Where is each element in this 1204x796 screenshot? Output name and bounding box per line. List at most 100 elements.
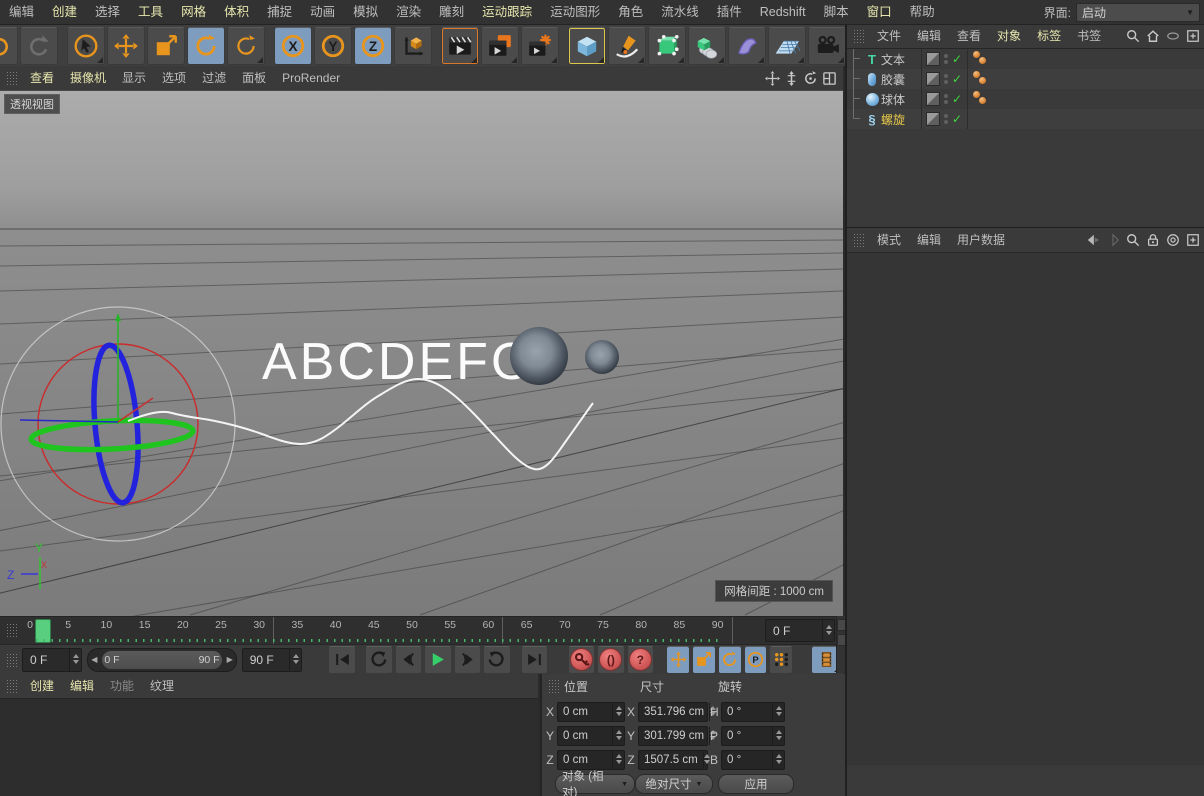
history-back-icon[interactable] xyxy=(1086,233,1100,247)
frame-tick-label[interactable]: 5 xyxy=(65,619,71,631)
object-manager-empty-area[interactable] xyxy=(847,129,1204,227)
position-y-field[interactable]: 0 cm xyxy=(557,726,625,746)
animation-tag-icon[interactable] xyxy=(973,51,989,67)
subdivision-surface-button[interactable] xyxy=(648,27,686,65)
attribute-manager-menu-item[interactable]: 模式 xyxy=(869,228,909,252)
current-frame-spinner[interactable]: 0 F xyxy=(765,619,835,642)
position-z-field[interactable]: 0 cm xyxy=(557,750,625,770)
spinner-arrows-icon[interactable] xyxy=(612,703,624,721)
home-icon[interactable] xyxy=(1146,29,1160,43)
start-frame-value[interactable]: 0 F xyxy=(23,653,69,667)
move-tool-button[interactable] xyxy=(107,27,145,65)
key-pla-toggle[interactable] xyxy=(769,646,793,674)
material-menu-item[interactable]: 创建 xyxy=(22,674,62,698)
rotation-p-field[interactable]: 0 ° xyxy=(721,726,785,746)
frame-tick-label[interactable]: 20 xyxy=(177,619,189,631)
viewport-menu-item[interactable]: 摄像机 xyxy=(62,66,114,90)
main-menu-item[interactable]: 选择 xyxy=(86,0,129,24)
key-scale-toggle[interactable] xyxy=(692,646,716,674)
viewport-menu-item[interactable]: 过滤 xyxy=(194,66,234,90)
play-button[interactable] xyxy=(424,646,451,674)
camera-button[interactable] xyxy=(808,27,845,65)
frame-tick-label[interactable]: 15 xyxy=(139,619,151,631)
viewport-menu-item[interactable]: 查看 xyxy=(22,66,62,90)
go-to-end-button[interactable] xyxy=(521,646,548,674)
viewport-menu-item[interactable]: ProRender xyxy=(274,66,348,90)
panel-grip-icon[interactable] xyxy=(6,679,18,693)
eye-icon[interactable] xyxy=(1166,29,1180,43)
panel-grip-icon[interactable] xyxy=(6,71,18,85)
main-menu-item[interactable]: 运动跟踪 xyxy=(473,0,541,24)
spinner-arrows-icon[interactable] xyxy=(772,703,784,721)
main-menu-item[interactable]: 捕捉 xyxy=(258,0,301,24)
main-menu-item[interactable]: 流水线 xyxy=(652,0,708,24)
main-menu-item[interactable]: 运动图形 xyxy=(541,0,609,24)
object-manager-menu-item[interactable]: 文件 xyxy=(869,24,909,48)
main-menu-item[interactable]: 网格 xyxy=(172,0,215,24)
timeline-ruler[interactable]: 051015202530354045505560657075808590 0 F xyxy=(0,616,843,644)
viewport-menu-item[interactable]: 面板 xyxy=(234,66,274,90)
main-menu-item[interactable]: 插件 xyxy=(708,0,751,24)
rotate-normal-button[interactable] xyxy=(227,27,265,65)
size-x-field[interactable]: 351.796 cm xyxy=(638,702,708,722)
spinner-arrows-icon[interactable] xyxy=(69,649,81,671)
perspective-viewport[interactable]: ABCDEFG Y Z X 透视视图 网格间距 : 1000 cm xyxy=(0,90,843,616)
main-menu-item[interactable]: 动画 xyxy=(301,0,344,24)
object-row[interactable]: 螺旋 ✓ xyxy=(847,109,1204,129)
record-keyframe-button[interactable] xyxy=(568,646,595,674)
search-icon[interactable] xyxy=(1126,29,1140,43)
object-row[interactable]: 文本 ✓ xyxy=(847,49,1204,69)
end-frame-value[interactable]: 90 F xyxy=(243,653,289,667)
autokeying-button[interactable]: () xyxy=(597,646,624,674)
attribute-manager-menu-item[interactable]: 用户数据 xyxy=(949,228,1013,252)
range-left-arrow-icon[interactable]: ◀ xyxy=(88,655,100,664)
lock-z-axis-button[interactable]: Z xyxy=(354,27,392,65)
animation-tag-icon[interactable] xyxy=(973,91,989,107)
go-to-start-button[interactable] xyxy=(328,646,355,674)
layer-chip[interactable] xyxy=(926,92,940,106)
object-name[interactable]: 螺旋 xyxy=(881,111,919,128)
sweep-generator-button[interactable] xyxy=(688,27,726,65)
rotation-b-field[interactable]: 0 ° xyxy=(721,750,785,770)
spinner-arrows-icon[interactable] xyxy=(772,727,784,745)
enable-check-icon[interactable]: ✓ xyxy=(952,72,962,86)
frame-tick-label[interactable]: 25 xyxy=(215,619,227,631)
previous-key-button[interactable] xyxy=(365,646,392,674)
object-name[interactable]: 胶囊 xyxy=(881,71,919,88)
position-x-field[interactable]: 0 cm xyxy=(557,702,625,722)
frame-tick-label[interactable]: 50 xyxy=(406,619,418,631)
frame-tick-label[interactable]: 10 xyxy=(101,619,113,631)
main-menu-item[interactable]: 帮助 xyxy=(901,0,944,24)
apply-button[interactable]: 应用 xyxy=(718,774,794,794)
visibility-dots[interactable] xyxy=(944,54,948,64)
undo-button[interactable] xyxy=(0,27,18,65)
main-menu-item[interactable]: 雕刻 xyxy=(430,0,473,24)
enable-check-icon[interactable]: ✓ xyxy=(952,92,962,106)
size-y-field[interactable]: 301.799 cm xyxy=(638,726,708,746)
object-manager-menu-item[interactable]: 编辑 xyxy=(909,24,949,48)
key-parameter-toggle[interactable]: P xyxy=(744,646,768,674)
frame-tick-label[interactable]: 45 xyxy=(368,619,380,631)
object-name[interactable]: 文本 xyxy=(881,51,919,68)
main-menu-item[interactable]: Redshift xyxy=(751,0,815,24)
enable-check-icon[interactable]: ✓ xyxy=(952,52,962,66)
material-menu-item[interactable]: 功能 xyxy=(102,674,142,698)
history-forward-icon[interactable] xyxy=(1106,233,1120,247)
enable-check-icon[interactable]: ✓ xyxy=(952,112,962,126)
current-frame-value[interactable]: 0 F xyxy=(766,624,822,638)
search-icon[interactable] xyxy=(1126,233,1140,247)
add-cube-button[interactable] xyxy=(568,27,606,65)
rotate-view-icon[interactable] xyxy=(803,71,818,86)
text-object[interactable]: ABCDEFG xyxy=(262,333,534,391)
main-menu-item[interactable]: 模拟 xyxy=(344,0,387,24)
frame-tick-label[interactable]: 40 xyxy=(330,619,342,631)
key-rotation-toggle[interactable] xyxy=(718,646,742,674)
spinner-arrows-icon[interactable] xyxy=(772,751,784,769)
material-menu-item[interactable]: 纹理 xyxy=(142,674,182,698)
scale-tool-button[interactable] xyxy=(147,27,185,65)
frame-tick-label[interactable]: 60 xyxy=(483,619,495,631)
panel-grip-icon[interactable] xyxy=(6,653,18,667)
frame-range-slider[interactable]: ◀ 0 F 90 F ▶ xyxy=(87,648,236,672)
attribute-manager-content[interactable] xyxy=(847,253,1204,765)
range-right-arrow-icon[interactable]: ▶ xyxy=(224,655,236,664)
